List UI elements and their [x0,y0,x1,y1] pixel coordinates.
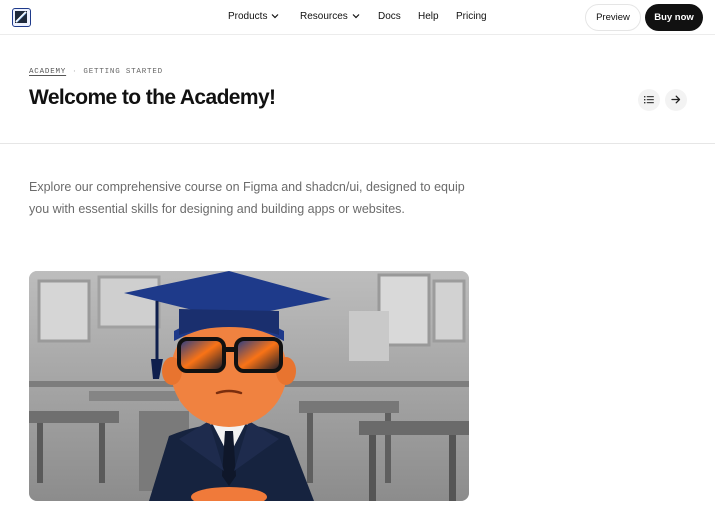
top-navigation: Products Resources Docs Help Pricing Pre… [0,0,715,35]
nav-products[interactable]: Products [228,11,279,22]
nav-docs-label: Docs [378,11,401,22]
buy-now-button[interactable]: Buy now [645,4,703,31]
preview-button[interactable]: Preview [585,4,641,31]
breadcrumb-separator: · [72,68,78,76]
nav-products-label: Products [228,11,268,22]
hero-illustration [29,271,469,501]
chevron-down-icon [352,11,360,22]
nav-help[interactable]: Help [418,11,439,22]
breadcrumb: ACADEMY · GETTING STARTED [29,68,163,76]
logo-icon[interactable] [12,8,31,27]
intro-paragraph: Explore our comprehensive course on Figm… [29,180,465,216]
nav-help-label: Help [418,11,439,22]
next-page-button[interactable] [665,89,687,111]
nav-docs[interactable]: Docs [378,11,401,22]
breadcrumb-academy[interactable]: ACADEMY [29,68,66,76]
nav-resources-label: Resources [300,11,348,22]
nav-pricing[interactable]: Pricing [456,11,487,22]
nav-pricing-label: Pricing [456,11,487,22]
table-of-contents-button[interactable] [638,89,660,111]
nav-resources[interactable]: Resources [300,11,360,22]
list-icon [644,91,654,109]
page-title: Welcome to the Academy! [29,86,276,109]
section-divider [0,143,715,144]
breadcrumb-current: GETTING STARTED [83,68,163,76]
arrow-right-icon [671,91,681,109]
chevron-down-icon [271,11,279,22]
